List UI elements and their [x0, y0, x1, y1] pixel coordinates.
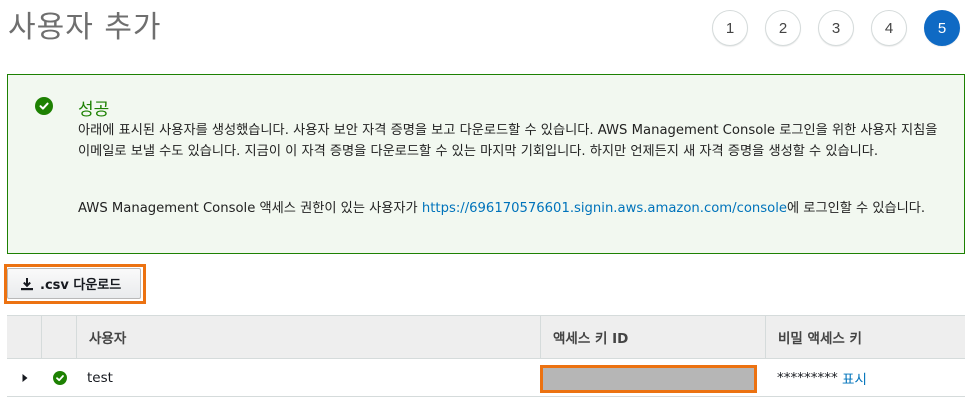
users-table: 사용자 액세스 키 ID 비밀 액세스 키 test ********* 표시 [7, 315, 965, 397]
step-3-button[interactable]: 3 [818, 10, 854, 46]
page-title: 사용자 추가 [8, 10, 162, 45]
console-suffix: 에 로그인할 수 있습니다. [786, 201, 926, 216]
console-prefix: AWS Management Console 액세스 권한이 있는 사용자가 [78, 201, 422, 216]
download-icon [21, 277, 33, 290]
header-access-key-id: 액세스 키 ID [540, 316, 765, 358]
header-secret-access-key: 비밀 액세스 키 [765, 316, 965, 358]
expand-row-icon[interactable] [21, 359, 31, 397]
console-access-text: AWS Management Console 액세스 권한이 있는 사용자가 h… [78, 199, 958, 219]
check-circle-icon [35, 97, 53, 115]
row-status [53, 359, 69, 397]
check-circle-icon [53, 371, 67, 385]
console-signin-link[interactable]: https://696170576601.signin.aws.amazon.c… [422, 201, 787, 216]
secret-key-cell: ********* 표시 [777, 359, 867, 397]
success-message: 아래에 표시된 사용자를 생성했습니다. 사용자 보안 자격 증명을 보고 다운… [78, 123, 938, 159]
step-4-button[interactable]: 4 [871, 10, 907, 46]
user-name-cell: test [87, 370, 113, 386]
header-expand-col [7, 316, 41, 358]
access-key-id-redacted [540, 365, 757, 393]
table-header: 사용자 액세스 키 ID 비밀 액세스 키 [7, 315, 965, 359]
secret-key-masked: ********* [777, 370, 838, 386]
wizard-steps: 1 2 3 4 5 [712, 10, 960, 46]
header-status-col [41, 316, 76, 358]
download-csv-label: .csv 다운로드 [40, 278, 122, 293]
show-secret-link[interactable]: 표시 [842, 368, 867, 388]
download-csv-button[interactable]: .csv 다운로드 [7, 268, 141, 299]
step-1-button[interactable]: 1 [712, 10, 748, 46]
step-5-button[interactable]: 5 [924, 10, 960, 46]
table-row: test ********* 표시 [7, 359, 965, 397]
step-2-button[interactable]: 2 [765, 10, 801, 46]
success-alert: 성공 아래에 표시된 사용자를 생성했습니다. 사용자 보안 자격 증명을 보고… [7, 74, 965, 254]
success-title: 성공 [78, 100, 110, 120]
header-user: 사용자 [76, 316, 540, 358]
